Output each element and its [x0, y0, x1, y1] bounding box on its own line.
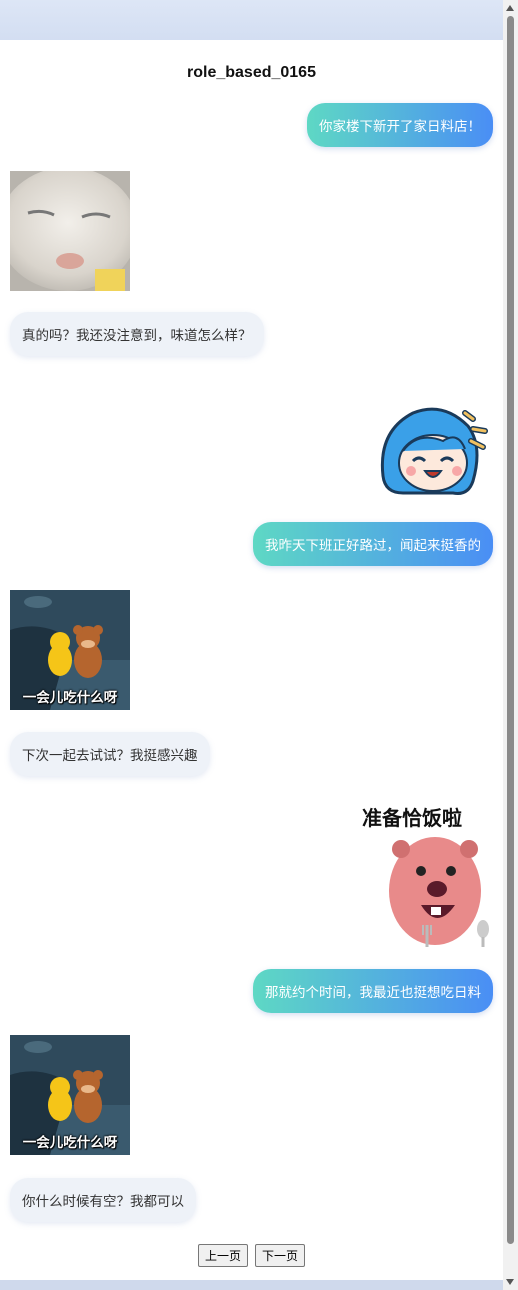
- prev-page-button[interactable]: 上一页: [197, 1244, 248, 1267]
- chat-page: role_based_0165 你家楼下新开了家日料店！ 真的吗？我还没注意到，…: [0, 40, 503, 1280]
- bottom-bar: [0, 1280, 503, 1290]
- message-text: 那就约个时间，我最近也挺想吃日料: [265, 985, 481, 1001]
- message-text: 你什么时候有空？我都可以: [22, 1194, 184, 1210]
- message-outgoing: 你家楼下新开了家日料店！: [307, 103, 493, 147]
- cartoon-mouse-sticker[interactable]: 一会儿吃什么呀: [10, 1035, 130, 1155]
- pagination: 上一页 下一页: [0, 1244, 503, 1267]
- sticker-caption: 一会儿吃什么呀: [22, 690, 118, 706]
- scroll-down-arrow-icon[interactable]: [506, 1279, 514, 1285]
- message-text: 真的吗？我还没注意到，味道怎么样？: [22, 328, 252, 344]
- message-incoming: 真的吗？我还没注意到，味道怎么样？: [10, 312, 264, 356]
- message-outgoing: 那就约个时间，我最近也挺想吃日料: [253, 969, 493, 1013]
- pink-beaver-sticker[interactable]: [373, 825, 493, 947]
- message-text: 你家楼下新开了家日料店！: [319, 119, 481, 135]
- scroll-up-arrow-icon[interactable]: [506, 5, 514, 11]
- next-page-button[interactable]: 下一页: [255, 1244, 306, 1267]
- cartoon-mouse-sticker[interactable]: 一会儿吃什么呀: [10, 590, 130, 710]
- anime-girl-sticker[interactable]: [373, 401, 493, 521]
- sticker-caption: 一会儿吃什么呀: [22, 1135, 118, 1151]
- message-incoming: 下次一起去试试？我挺感兴趣: [10, 732, 210, 776]
- vertical-scrollbar[interactable]: [503, 0, 518, 1290]
- scrollbar-thumb[interactable]: [507, 16, 514, 1244]
- message-text: 我昨天下班正好路过，闻起来挺香的: [265, 538, 481, 554]
- message-outgoing: 我昨天下班正好路过，闻起来挺香的: [253, 522, 493, 566]
- message-incoming: 你什么时候有空？我都可以: [10, 1178, 196, 1222]
- page-title: role_based_0165: [187, 64, 316, 81]
- top-bar: [0, 0, 503, 40]
- cat-photo-sticker[interactable]: [10, 171, 130, 291]
- message-text: 下次一起去试试？我挺感兴趣: [22, 748, 198, 764]
